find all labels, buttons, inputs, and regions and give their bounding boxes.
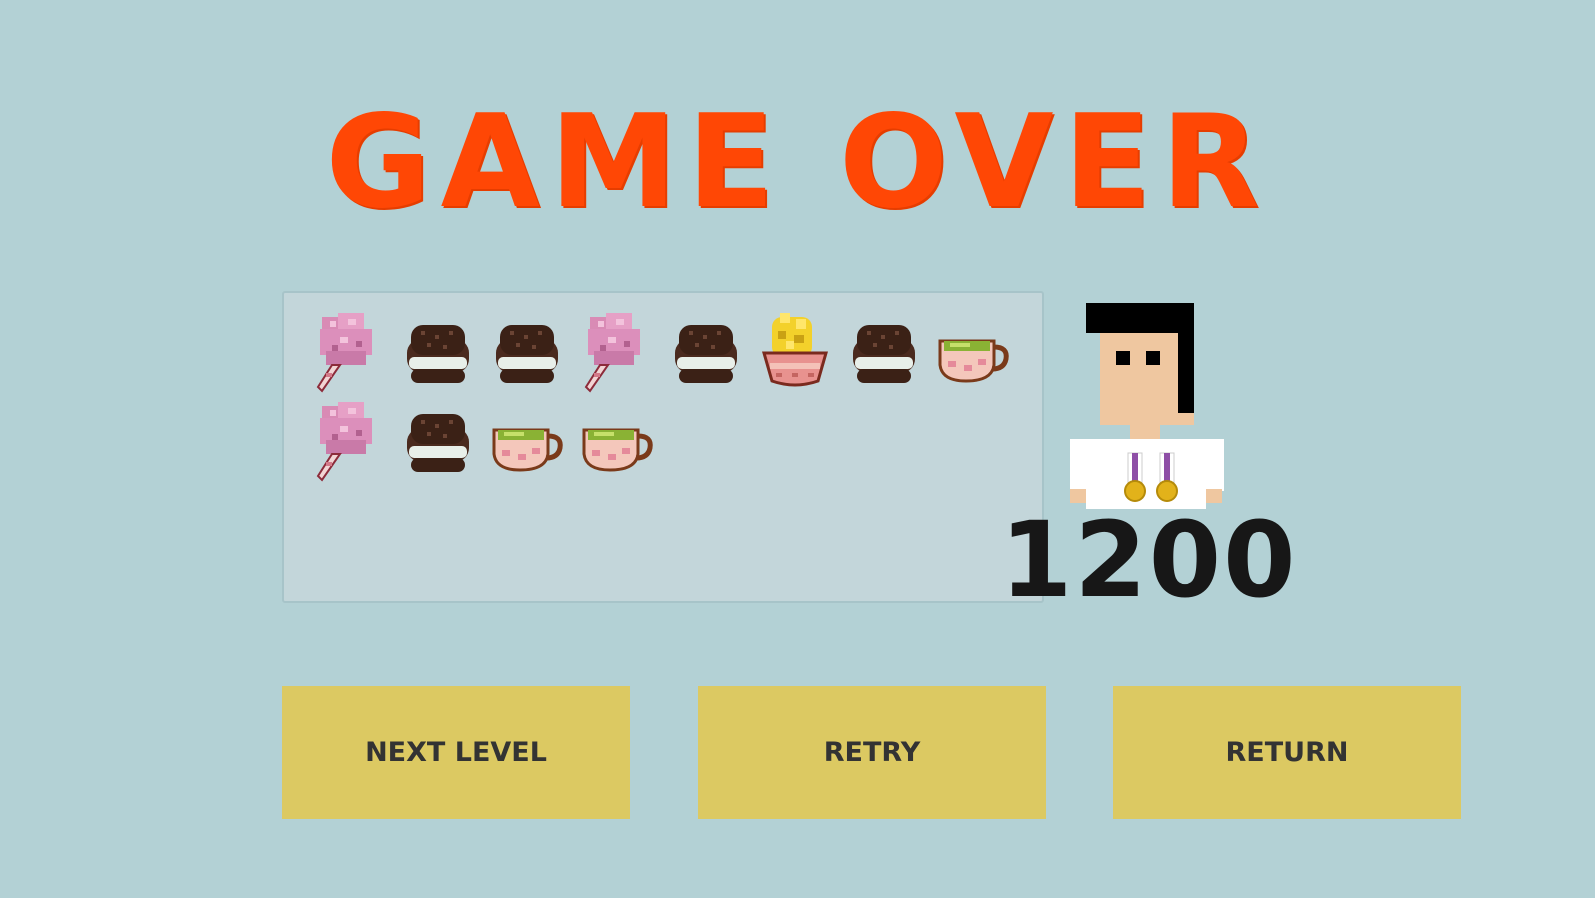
cotton-candy-icon (580, 311, 654, 393)
tea-cup-icon (936, 311, 1010, 393)
score-display: 1200 (1000, 499, 1298, 621)
cookie-sandwich-icon (669, 311, 743, 393)
game-over-title: GAME OVER (325, 88, 1270, 237)
cookie-sandwich-icon (401, 400, 475, 482)
cotton-candy-icon (312, 311, 386, 393)
tea-cup-icon (580, 400, 654, 482)
return-button[interactable]: RETURN (1113, 686, 1461, 819)
next-level-button[interactable]: NEXT LEVEL (282, 686, 630, 819)
retry-button[interactable]: RETRY (698, 686, 1046, 819)
player-with-medals-icon (1066, 303, 1226, 509)
popcorn-bowl-icon (758, 311, 832, 393)
tea-cup-icon (490, 400, 564, 482)
game-over-screen: GAME OVER 1200 NEXT LEVEL RETRY RETURN (0, 0, 1595, 898)
collected-items-panel (282, 291, 1044, 603)
cotton-candy-icon (312, 400, 386, 482)
cookie-sandwich-icon (847, 311, 921, 393)
cookie-sandwich-icon (490, 311, 564, 393)
cookie-sandwich-icon (401, 311, 475, 393)
